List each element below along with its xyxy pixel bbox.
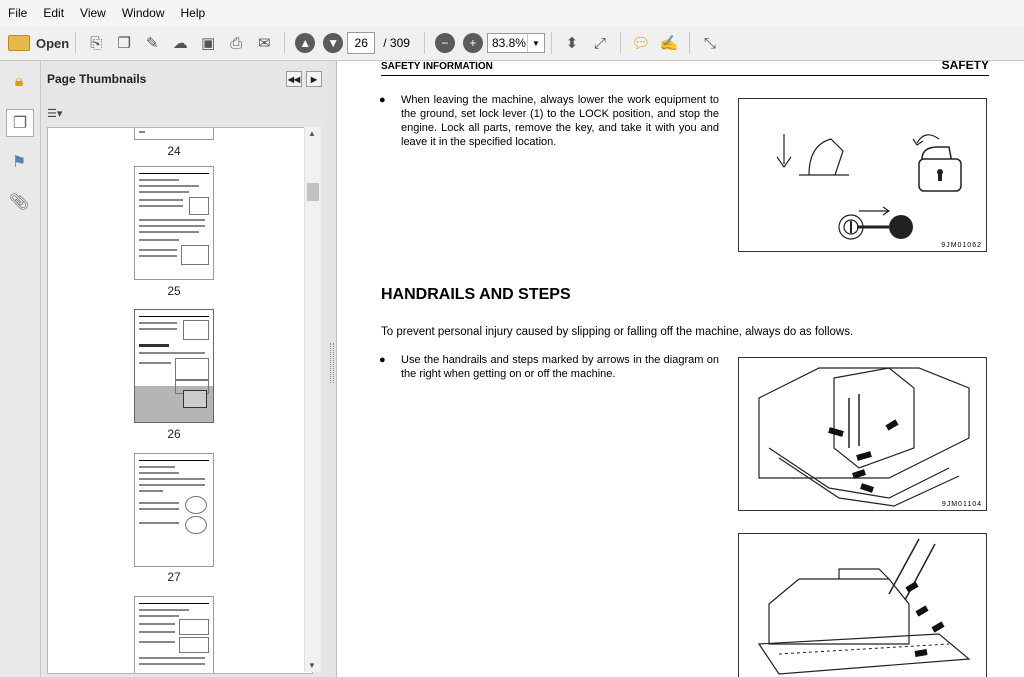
figure-handrails-front: 9JM01104 xyxy=(738,357,987,511)
panel-title: Page Thumbnails xyxy=(47,72,147,86)
thumbnail-page[interactable] xyxy=(134,166,214,280)
page-label: 24 xyxy=(167,144,181,158)
arrow-up-icon: ▲ xyxy=(295,33,316,53)
toolbar-divider xyxy=(423,32,425,54)
menu-view[interactable]: View xyxy=(72,6,114,20)
navigation-rail: 🔒︎ ❐ ⚑ 📎︎ xyxy=(0,61,41,677)
collapse-panel-icon[interactable]: ◀◀ xyxy=(286,71,302,87)
page-thumbnails-icon[interactable]: ❐ xyxy=(6,109,34,137)
excavator-front-drawing xyxy=(758,367,970,507)
previous-page-button[interactable]: ▲ xyxy=(293,31,317,55)
thumbnail-options-icon[interactable]: ☰▾ xyxy=(47,105,71,121)
document-view: SAFETY INFORMATION SAFETY ● When leaving… xyxy=(337,61,1024,677)
upload-cloud-icon[interactable]: ☁ xyxy=(168,31,192,55)
minus-icon: − xyxy=(434,33,455,53)
toolbar: Open ⎘ ❐ ✎ ☁ ▣ ⎙ ✉ ▲ ▼ 26 / 309 − + 83.8… xyxy=(0,26,1024,61)
fit-page-icon[interactable]: ⬍ xyxy=(560,31,584,55)
lock-icon[interactable]: 🔒︎ xyxy=(8,71,30,93)
highlight-icon[interactable]: ✍ xyxy=(657,31,681,55)
thumbnail-page[interactable] xyxy=(134,596,214,673)
page-label: 27 xyxy=(167,570,181,584)
comment-icon[interactable]: 💬︎ xyxy=(629,31,653,55)
panel-header: Page Thumbnails ◀◀ ▶ xyxy=(41,61,327,97)
section-title: HANDRAILS AND STEPS xyxy=(381,286,571,303)
figure-handrails-rear xyxy=(738,533,987,677)
open-label: Open xyxy=(36,35,70,51)
thumbnail-page-selected[interactable] xyxy=(134,309,214,423)
print-icon[interactable]: ⎙ xyxy=(224,31,248,55)
thumbnail-page[interactable] xyxy=(134,128,214,140)
full-width-icon[interactable]: ⤢ xyxy=(588,31,612,55)
thumbnail-list: 24 25 26 27 xyxy=(47,127,313,674)
page-total: / 309 xyxy=(383,36,410,50)
email-icon[interactable]: ✉ xyxy=(252,31,276,55)
save-icon[interactable]: ▣ xyxy=(196,31,220,55)
expand-icon[interactable]: ⤡ xyxy=(698,31,722,55)
page-number-input[interactable]: 26 xyxy=(347,32,376,54)
toolbar-divider xyxy=(619,32,621,54)
grip-icon xyxy=(330,343,334,383)
intro-text: To prevent personal injury caused by sli… xyxy=(381,326,854,338)
toolbar-divider xyxy=(284,32,286,54)
scroll-down-icon[interactable]: ▼ xyxy=(308,661,316,670)
menu-bar: File Edit View Window Help xyxy=(0,0,1024,26)
toolbar-divider xyxy=(75,32,77,54)
header-left: SAFETY INFORMATION xyxy=(381,61,493,72)
thumbnail-scrollbar[interactable]: ▲ ▼ xyxy=(304,127,321,672)
zoom-in-button[interactable]: + xyxy=(461,31,485,55)
bookmark-icon[interactable]: ⚑ xyxy=(8,151,30,173)
toolbar-divider xyxy=(550,32,552,54)
toolbar-divider xyxy=(688,32,690,54)
thumbnail-page[interactable] xyxy=(134,453,214,567)
panel-options-icon[interactable]: ▶ xyxy=(306,71,322,87)
page-label: 25 xyxy=(167,284,181,298)
page-header: SAFETY INFORMATION SAFETY xyxy=(381,61,989,76)
excavator-rear-drawing xyxy=(757,538,971,675)
next-page-button[interactable]: ▼ xyxy=(321,31,345,55)
menu-help[interactable]: Help xyxy=(173,6,214,20)
open-button[interactable]: Open xyxy=(8,35,69,51)
menu-window[interactable]: Window xyxy=(114,6,173,20)
figure-lock-lever: 9JM01062 xyxy=(738,98,987,252)
scroll-up-icon[interactable]: ▲ xyxy=(308,129,316,138)
create-pdf-icon[interactable]: ⎘ xyxy=(84,31,108,55)
folder-icon xyxy=(8,35,30,51)
figure-code-1: 9JM01062 xyxy=(941,242,982,249)
edit-pdf-icon[interactable]: ✎ xyxy=(140,31,164,55)
plus-icon: + xyxy=(462,33,483,53)
page-label: 26 xyxy=(167,427,181,441)
header-right: SAFETY xyxy=(941,61,989,72)
zoom-out-button[interactable]: − xyxy=(433,31,457,55)
panel-splitter[interactable] xyxy=(327,61,337,677)
thumbnails-panel: Page Thumbnails ◀◀ ▶ ☰▾ 24 25 26 27 ▲ ▼ xyxy=(41,61,328,677)
menu-file[interactable]: File xyxy=(0,6,35,20)
bullet-text-2: Use the handrails and steps marked by ar… xyxy=(401,354,719,380)
combine-files-icon[interactable]: ❐ xyxy=(112,31,136,55)
menu-edit[interactable]: Edit xyxy=(35,6,72,20)
bullet-dot: ● xyxy=(379,354,386,366)
zoom-value: 83.8% xyxy=(491,36,526,50)
zoom-select[interactable]: 83.8% ▼ xyxy=(486,33,545,53)
chevron-down-icon: ▼ xyxy=(526,34,544,52)
bullet-dot: ● xyxy=(379,94,386,106)
attachment-icon[interactable]: 📎︎ xyxy=(8,191,30,213)
figure-code-2: 9JM01104 xyxy=(941,501,982,508)
arrow-down-icon: ▼ xyxy=(323,33,344,53)
lock-figure-drawing xyxy=(776,134,962,240)
bullet-text-1: When leaving the machine, always lower t… xyxy=(401,94,719,148)
scroll-thumb[interactable] xyxy=(307,183,319,201)
